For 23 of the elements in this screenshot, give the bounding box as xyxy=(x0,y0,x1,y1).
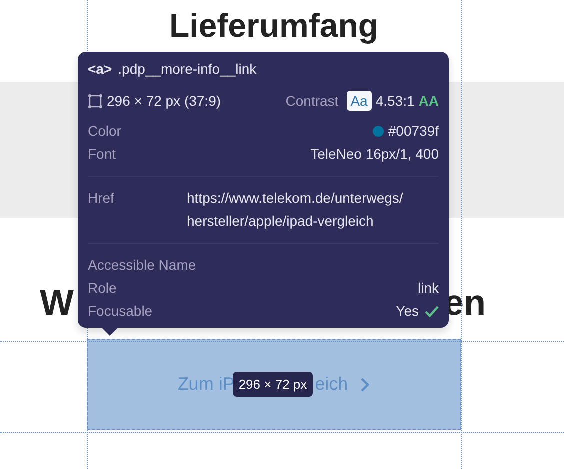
contrast-label: Contrast xyxy=(286,92,339,110)
property-value: TeleNeo 16px/1, 400 xyxy=(310,145,439,164)
dimensions-icon xyxy=(88,94,103,108)
dimensions-text: 296 × 72 px (37:9) xyxy=(107,92,222,111)
property-value: #00739f xyxy=(388,122,439,141)
chevron-icon xyxy=(360,378,370,392)
element-tag: <a> xyxy=(88,58,112,80)
property-label: Accessible Name xyxy=(88,256,196,275)
property-label: Focusable xyxy=(88,302,153,321)
contrast-sample: Aa xyxy=(346,91,372,111)
href-value: https://www.telekom.de/unterwegs/ hersteller/apple/ipad-vergleich xyxy=(187,189,404,231)
contrast-ratio: 4.53:1 xyxy=(376,92,415,110)
property-label: Color xyxy=(88,122,122,141)
property-label: Role xyxy=(88,279,117,298)
contrast-rating: AA xyxy=(418,92,439,110)
property-value: link xyxy=(418,279,439,298)
element-selector: .pdp__more-info__link xyxy=(118,60,257,79)
property-value: Yes xyxy=(396,302,419,321)
link-text: eich xyxy=(315,373,348,396)
section-heading: W xyxy=(40,283,74,323)
property-label: Href xyxy=(88,189,114,208)
property-label: Font xyxy=(88,145,116,164)
size-label: 296 × 72 px xyxy=(232,372,314,398)
